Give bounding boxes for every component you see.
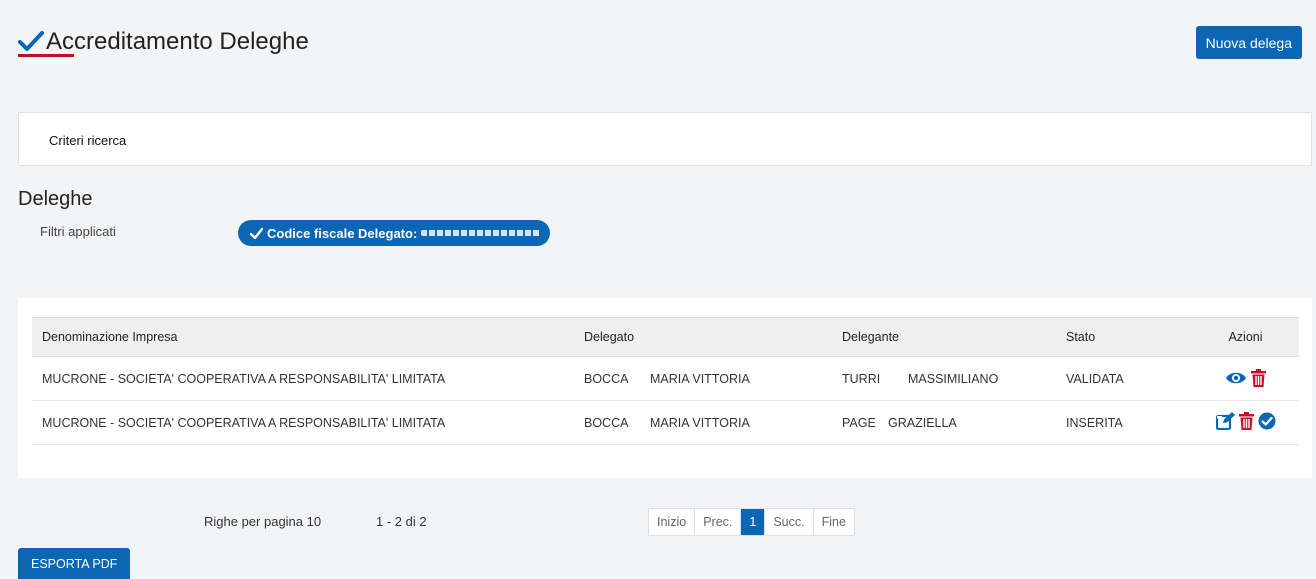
delegato-nome: MARIA VITTORIA bbox=[650, 415, 750, 430]
results-range: 1 - 2 di 2 bbox=[376, 514, 427, 529]
delegante-nome: MASSIMILIANO bbox=[908, 371, 999, 386]
table-row: MUCRONE - SOCIETA' COOPERATIVA A RESPONS… bbox=[32, 357, 1299, 401]
rows-per-page[interactable]: Righe per pagina 10 bbox=[204, 514, 321, 529]
pager-row: Righe per pagina 10 1 - 2 di 2 Inizio Pr… bbox=[0, 508, 1316, 536]
cell-delegante: PAGE GRAZIELLA bbox=[832, 401, 1056, 445]
delegante-nome: GRAZIELLA bbox=[888, 415, 957, 430]
header-denominazione[interactable]: Denominazione Impresa bbox=[32, 318, 574, 357]
check-icon bbox=[250, 227, 263, 239]
filter-pill[interactable]: Codice fiscale Delegato: bbox=[238, 220, 550, 246]
cell-impresa: MUCRONE - SOCIETA' COOPERATIVA A RESPONS… bbox=[42, 371, 446, 386]
eye-icon[interactable] bbox=[1225, 370, 1247, 386]
trash-icon[interactable] bbox=[1238, 412, 1254, 430]
check-circle-icon[interactable] bbox=[1258, 412, 1276, 430]
page-title: Accreditamento Deleghe bbox=[46, 28, 309, 55]
page-number-button[interactable]: 1 bbox=[741, 509, 766, 535]
cell-azioni bbox=[1192, 357, 1299, 401]
table-header-row: Denominazione Impresa Delegato Delegante… bbox=[32, 317, 1299, 357]
redacted-value bbox=[421, 230, 542, 236]
trash-icon[interactable] bbox=[1251, 368, 1266, 387]
delegato-cognome: BOCCA bbox=[584, 371, 629, 386]
filters-label: Filtri applicati bbox=[40, 224, 116, 239]
search-criteria-label: Criteri ricerca bbox=[49, 133, 127, 148]
header-azioni: Azioni bbox=[1228, 330, 1263, 344]
edit-icon[interactable] bbox=[1215, 412, 1235, 430]
delegato-cognome: BOCCA bbox=[584, 415, 629, 430]
page-first-button[interactable]: Inizio bbox=[649, 509, 696, 535]
cell-stato: INSERITA bbox=[1066, 415, 1123, 430]
cell-delegato: BOCCA MARIA VITTORIA bbox=[574, 401, 832, 445]
page-next-button[interactable]: Succ. bbox=[765, 509, 814, 535]
page-prev-button[interactable]: Prec. bbox=[695, 509, 742, 535]
section-title: Deleghe bbox=[18, 188, 93, 210]
new-delega-button[interactable]: Nuova delega bbox=[1195, 26, 1302, 59]
deleghe-table-card: Denominazione Impresa Delegato Delegante… bbox=[18, 298, 1312, 478]
search-criteria-panel[interactable]: Criteri ricerca bbox=[18, 112, 1312, 166]
table-row: MUCRONE - SOCIETA' COOPERATIVA A RESPONS… bbox=[32, 401, 1299, 445]
cell-delegato: BOCCA MARIA VITTORIA bbox=[574, 357, 832, 401]
delegato-nome: MARIA VITTORIA bbox=[650, 371, 750, 386]
header-delegato[interactable]: Delegato bbox=[574, 318, 832, 357]
cell-stato: VALIDATA bbox=[1066, 371, 1124, 386]
deleghe-table: Denominazione Impresa Delegato Delegante… bbox=[32, 317, 1299, 445]
export-pdf-button[interactable]: ESPORTA PDF bbox=[18, 548, 131, 579]
checkmark-icon bbox=[18, 30, 44, 52]
delegante-cognome: TURRI bbox=[842, 371, 881, 386]
page-last-button[interactable]: Fine bbox=[814, 509, 854, 535]
cell-delegante: TURRI MASSIMILIANO bbox=[832, 357, 1056, 401]
header-delegante[interactable]: Delegante bbox=[832, 318, 1056, 357]
pagination: Inizio Prec. 1 Succ. Fine bbox=[648, 508, 855, 536]
cell-azioni bbox=[1192, 401, 1299, 445]
filter-pill-label: Codice fiscale Delegato: bbox=[267, 225, 418, 241]
cell-impresa: MUCRONE - SOCIETA' COOPERATIVA A RESPONS… bbox=[42, 415, 446, 430]
header-stato[interactable]: Stato bbox=[1056, 318, 1192, 357]
delegante-cognome: PAGE bbox=[842, 415, 876, 430]
